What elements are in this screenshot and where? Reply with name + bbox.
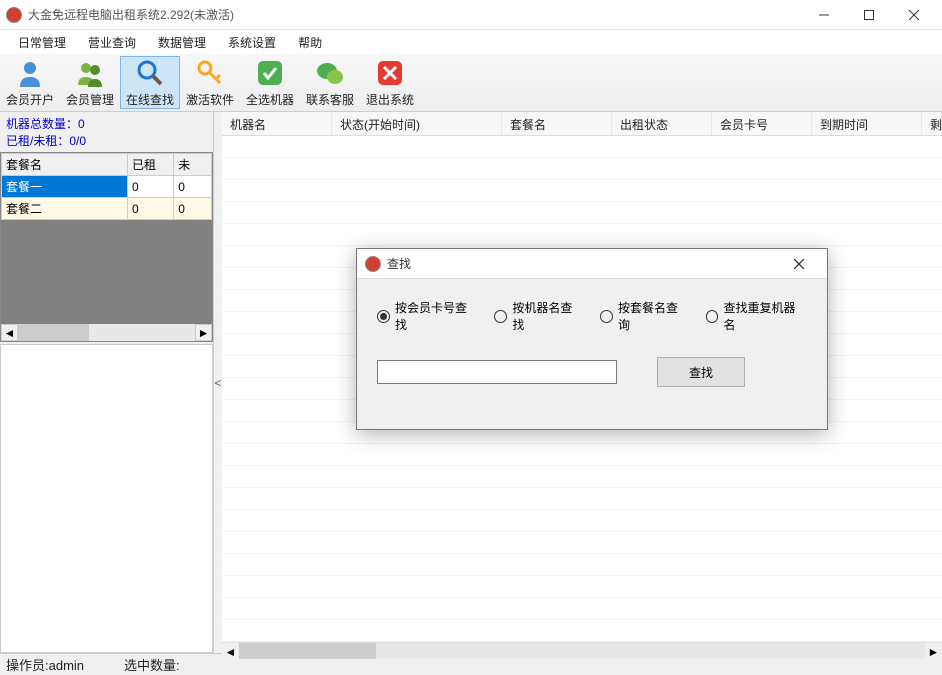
dialog-icon <box>365 256 381 272</box>
search-input[interactable] <box>377 360 617 384</box>
wechat-icon <box>314 57 346 89</box>
grid-col[interactable]: 出租状态 <box>612 112 712 135</box>
toolbar-label: 全选机器 <box>246 91 294 108</box>
toolbar-user-blue[interactable]: 会员开户 <box>0 56 60 109</box>
search-button[interactable]: 查找 <box>657 357 745 387</box>
radio-option[interactable]: 按机器名查找 <box>494 299 584 333</box>
input-row: 查找 <box>377 357 807 387</box>
radio-option[interactable]: 查找重复机器名 <box>706 299 807 333</box>
radio-icon <box>377 310 390 323</box>
pkg-col-rented[interactable]: 已租 <box>128 154 174 176</box>
titlebar: 大金免远程电脑出租系统2.292(未激活) <box>0 0 942 30</box>
table-row[interactable]: 套餐一00 <box>2 176 212 198</box>
radio-option[interactable]: 按套餐名查询 <box>600 299 690 333</box>
window-title: 大金免远程电脑出租系统2.292(未激活) <box>28 6 801 23</box>
minimize-button[interactable] <box>801 0 846 29</box>
toolbar-users-green[interactable]: 会员管理 <box>60 56 120 109</box>
grid-hscroll[interactable]: ◄ ► <box>222 642 942 659</box>
menu-daily[interactable]: 日常管理 <box>8 31 76 54</box>
toolbar: 会员开户会员管理在线查找激活软件全选机器联系客服退出系统 <box>0 54 942 112</box>
maximize-button[interactable] <box>846 0 891 29</box>
toolbar-exit[interactable]: 退出系统 <box>360 56 420 109</box>
toolbar-wechat[interactable]: 联系客服 <box>300 56 360 109</box>
rented-ratio-value: 0/0 <box>69 134 86 148</box>
radio-icon <box>600 310 613 323</box>
toolbar-label: 激活软件 <box>186 91 234 108</box>
radio-label: 按会员卡号查找 <box>395 299 479 333</box>
grid-col[interactable]: 到期时间 <box>812 112 922 135</box>
dialog-titlebar: 查找 <box>357 249 827 279</box>
search-icon <box>134 57 166 89</box>
dialog-body: 按会员卡号查找按机器名查找按套餐名查询查找重复机器名 查找 <box>357 279 827 407</box>
radio-icon <box>494 310 507 323</box>
toolbar-key[interactable]: 激活软件 <box>180 56 240 109</box>
package-table-wrap: 套餐名 已租 未 套餐一00套餐二00 ◄ ► <box>0 152 213 342</box>
radio-label: 查找重复机器名 <box>723 299 807 333</box>
scroll-right-icon[interactable]: ► <box>195 324 212 341</box>
menu-system[interactable]: 系统设置 <box>218 31 286 54</box>
radio-label: 按套餐名查询 <box>618 299 690 333</box>
package-table[interactable]: 套餐名 已租 未 套餐一00套餐二00 <box>1 153 212 220</box>
dialog-title: 查找 <box>387 255 779 272</box>
grid-col[interactable]: 剩 <box>922 112 942 135</box>
toolbar-search[interactable]: 在线查找 <box>120 56 180 109</box>
machine-count-value: 0 <box>78 117 85 131</box>
toolbar-check[interactable]: 全选机器 <box>240 56 300 109</box>
toolbar-label: 会员管理 <box>66 91 114 108</box>
splitter[interactable]: < <box>214 112 222 653</box>
rented-ratio-label: 已租/未租： <box>6 134 69 148</box>
menu-data[interactable]: 数据管理 <box>148 31 216 54</box>
menubar: 日常管理 营业查询 数据管理 系统设置 帮助 <box>0 30 942 54</box>
machine-count-label: 机器总数量： <box>6 117 78 131</box>
selected-count: 选中数量: <box>124 655 180 674</box>
radio-option[interactable]: 按会员卡号查找 <box>377 299 478 333</box>
close-button[interactable] <box>891 0 936 29</box>
exit-icon <box>374 57 406 89</box>
window-controls <box>801 0 936 29</box>
radio-group: 按会员卡号查找按机器名查找按套餐名查询查找重复机器名 <box>377 299 807 333</box>
operator-info: 操作员:admin <box>6 655 84 674</box>
users-green-icon <box>74 57 106 89</box>
dialog-close-button[interactable] <box>779 250 819 278</box>
app-icon <box>6 7 22 23</box>
radio-icon <box>706 310 719 323</box>
pkg-hscroll[interactable]: ◄ ► <box>1 324 212 341</box>
grid-col[interactable]: 会员卡号 <box>712 112 812 135</box>
grid-col[interactable]: 状态(开始时间) <box>332 112 502 135</box>
user-blue-icon <box>14 57 46 89</box>
grid-col[interactable]: 套餐名 <box>502 112 612 135</box>
grid-col[interactable]: 机器名 <box>222 112 332 135</box>
toolbar-label: 联系客服 <box>306 91 354 108</box>
radio-label: 按机器名查找 <box>512 299 584 333</box>
menu-help[interactable]: 帮助 <box>288 31 332 54</box>
scroll-left-icon[interactable]: ◄ <box>1 324 18 341</box>
toolbar-label: 退出系统 <box>366 91 414 108</box>
check-icon <box>254 57 286 89</box>
scroll-right-icon[interactable]: ► <box>925 643 942 660</box>
pkg-col-un[interactable]: 未 <box>174 154 212 176</box>
grid-header: 机器名状态(开始时间)套餐名出租状态会员卡号到期时间剩 <box>222 112 942 136</box>
toolbar-label: 会员开户 <box>6 91 54 108</box>
scroll-left-icon[interactable]: ◄ <box>222 643 239 660</box>
table-row[interactable]: 套餐二00 <box>2 198 212 220</box>
menu-business[interactable]: 营业查询 <box>78 31 146 54</box>
search-dialog: 查找 按会员卡号查找按机器名查找按套餐名查询查找重复机器名 查找 <box>356 248 828 430</box>
stats: 机器总数量：0 已租/未租：0/0 <box>0 112 213 152</box>
pkg-col-name[interactable]: 套餐名 <box>2 154 128 176</box>
key-icon <box>194 57 226 89</box>
left-panel: 机器总数量：0 已租/未租：0/0 套餐名 已租 未 套餐一00套餐二00 ◄ <box>0 112 214 653</box>
left-bottom-panel <box>0 344 213 653</box>
toolbar-label: 在线查找 <box>126 91 174 108</box>
